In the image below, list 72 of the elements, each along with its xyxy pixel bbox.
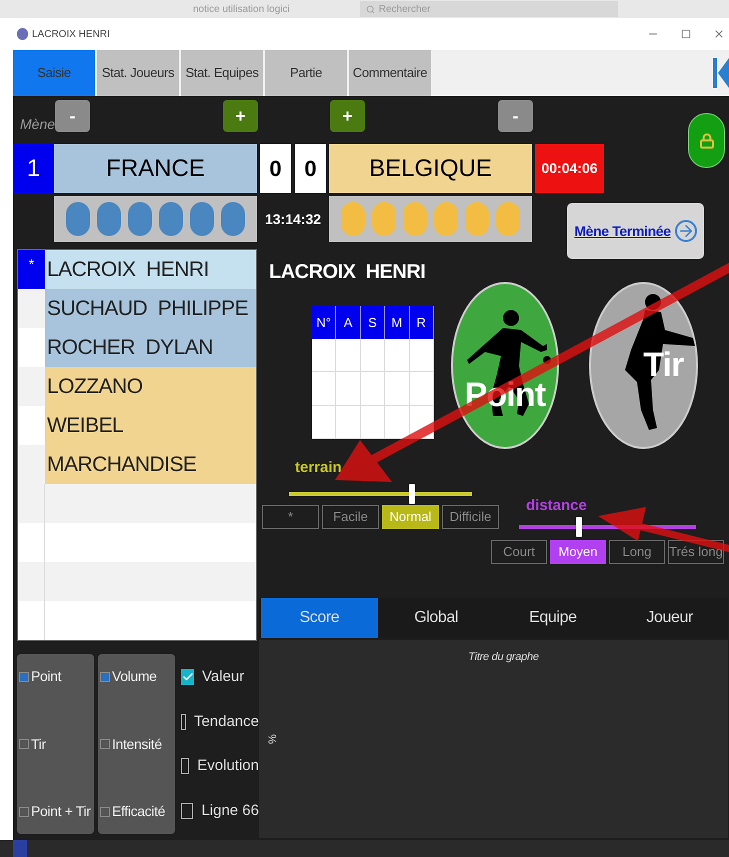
checkbox[interactable] (100, 806, 110, 816)
checkbox[interactable] (181, 758, 190, 774)
slider-thumb[interactable] (576, 517, 582, 537)
checkbox[interactable] (19, 806, 29, 816)
checkbox[interactable] (181, 714, 186, 730)
slider[interactable] (289, 484, 472, 504)
checkbox-label: Valeur (202, 667, 244, 687)
score: 0 (260, 144, 291, 193)
app-icon (17, 28, 28, 40)
lock-button[interactable] (688, 113, 725, 168)
tab[interactable]: Commentaire (349, 50, 431, 96)
checkbox-label: Tendance (194, 712, 259, 732)
distance-label: distance (526, 496, 588, 516)
minus-button[interactable]: - (55, 100, 90, 132)
checkbox[interactable] (19, 739, 29, 749)
checkbox[interactable] (181, 669, 194, 686)
row-marker: * (18, 250, 45, 289)
tab[interactable]: Saisie (13, 50, 95, 96)
current-player-name: LACROIX HENRI (268, 260, 426, 282)
column-header: A (336, 306, 361, 339)
checkbox[interactable] (100, 739, 110, 749)
column-header: S (360, 306, 386, 339)
end-round-button[interactable]: Mène Terminée (567, 203, 704, 259)
score: 0 (295, 144, 326, 193)
option-button[interactable]: * (262, 504, 319, 528)
option-button[interactable]: Trés long (668, 540, 724, 564)
plus-button[interactable]: + (330, 100, 365, 132)
checkbox-label: Efficacité (112, 802, 166, 821)
mene-label: Mène (19, 115, 55, 134)
window-title: LACROIX HENRI (32, 28, 110, 42)
checkbox-label: Tir (31, 734, 46, 754)
tab[interactable]: Partie (265, 50, 347, 96)
checkbox-label: Ligne 66 (201, 800, 259, 820)
lock-icon (698, 132, 714, 148)
player-name: LACROIX HENRI (45, 250, 256, 289)
maximize-icon[interactable] (681, 29, 691, 39)
chart-axis-label: % (264, 734, 278, 746)
tab[interactable]: Stat. Joueurs (97, 50, 179, 96)
mene-number: 1 (13, 144, 54, 193)
stats-tab[interactable]: Score (261, 598, 378, 638)
player-row[interactable]: * LACROIX HENRI (18, 250, 256, 289)
column-header: N° (312, 306, 336, 339)
plus-button[interactable]: + (223, 100, 258, 132)
column-header: M (385, 306, 410, 339)
checkbox-label: Volume (112, 667, 157, 686)
checkbox-label: Point (31, 667, 62, 686)
option-button[interactable]: Difficile (442, 504, 499, 528)
option-button[interactable]: Moyen (550, 540, 606, 564)
tab[interactable]: Stat. Equipes (181, 50, 263, 96)
checkbox-label: Intensité (112, 734, 162, 754)
checkbox[interactable] (19, 672, 29, 682)
minus-button[interactable]: - (498, 100, 533, 132)
checkbox[interactable] (100, 672, 110, 682)
option-button[interactable]: Facile (322, 504, 379, 528)
skip-back-icon[interactable] (713, 58, 729, 88)
option-button[interactable]: Long (609, 540, 665, 564)
checkbox-label: Point + Tir (31, 802, 91, 821)
arrow-right-icon (674, 220, 697, 242)
team-name: FRANCE (54, 144, 257, 193)
column-header: R (410, 306, 434, 339)
search-icon (366, 4, 375, 14)
clock: 13:14:32 (264, 210, 322, 228)
chart-title: Titre du graphe (467, 650, 539, 665)
close-icon[interactable] (713, 28, 725, 40)
timer: 00:04:06 (535, 144, 604, 193)
team-name: BELGIQUE (329, 144, 532, 193)
checkbox[interactable] (181, 802, 194, 819)
checkbox-label: Evolution (197, 756, 259, 776)
terrain-label: terrain (295, 458, 343, 478)
slider-thumb[interactable] (408, 484, 415, 504)
document-title: notice utilisation logici (193, 2, 290, 16)
option-button[interactable]: Court (491, 540, 547, 564)
